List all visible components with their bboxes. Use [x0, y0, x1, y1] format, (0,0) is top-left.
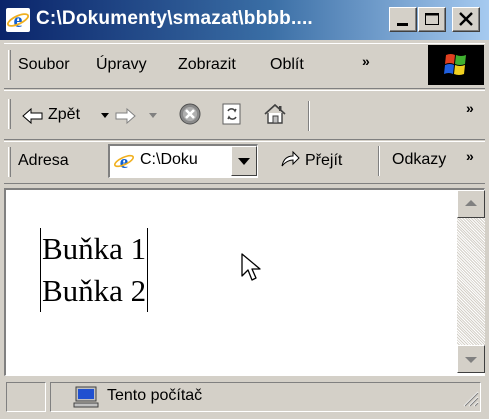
menu-overflow-button[interactable]: »: [362, 53, 370, 69]
chevron-down-icon: [238, 158, 250, 165]
close-button[interactable]: [452, 7, 480, 32]
back-arrow-icon: [22, 107, 43, 125]
vertical-scrollbar[interactable]: [457, 190, 485, 373]
menu-zobrazit[interactable]: Zobrazit: [178, 56, 236, 74]
stop-button[interactable]: [176, 99, 204, 129]
refresh-button[interactable]: [218, 99, 246, 129]
close-icon: [459, 12, 473, 26]
toolbar-separator: [308, 101, 310, 131]
standard-toolbar: Zpět »: [4, 90, 485, 140]
address-separator: [378, 146, 380, 176]
address-label: Adresa: [18, 152, 69, 169]
mouse-cursor-icon: [241, 253, 261, 281]
scroll-down-button[interactable]: [457, 345, 485, 373]
back-label: Zpět: [48, 106, 81, 123]
computer-icon: [73, 386, 99, 408]
home-button[interactable]: [260, 99, 290, 129]
address-grip[interactable]: [8, 147, 11, 177]
go-button[interactable]: Přejít: [278, 146, 372, 176]
address-combobox[interactable]: e C:\Doku: [108, 144, 258, 178]
zone-label: Tento počítač: [107, 387, 203, 404]
menu-oblibene[interactable]: Oblít: [270, 56, 304, 74]
links-label[interactable]: Odkazy: [392, 151, 446, 169]
refresh-icon: [222, 103, 241, 125]
svg-text:e: e: [14, 10, 23, 32]
go-label: Přejít: [305, 152, 343, 169]
menu-soubor[interactable]: Soubor: [18, 56, 70, 74]
svg-text:e: e: [120, 152, 128, 172]
resize-grip-icon[interactable]: [461, 389, 479, 407]
windows-flag-icon: [444, 54, 466, 75]
toolbar-grip[interactable]: [8, 99, 11, 129]
table: Buňka 1 Buňka 2: [40, 228, 149, 312]
forward-button[interactable]: [114, 101, 164, 131]
scroll-down-icon: [465, 357, 477, 363]
ie-logo-icon: e: [6, 8, 30, 32]
windows-logo: [428, 45, 484, 85]
maximize-button[interactable]: [418, 7, 446, 32]
minimize-button[interactable]: [389, 7, 417, 32]
back-dropdown-icon[interactable]: [100, 111, 110, 119]
menu-grip[interactable]: [8, 50, 11, 80]
scroll-up-icon: [465, 200, 477, 206]
ie-page-icon: e: [114, 152, 134, 172]
status-pane-progress: [6, 382, 46, 412]
stop-icon: [179, 103, 201, 125]
home-icon: [264, 103, 286, 124]
status-pane-zone: Tento počítač: [50, 382, 481, 412]
toolbar-overflow-button[interactable]: »: [466, 100, 474, 116]
address-input[interactable]: C:\Doku: [140, 151, 198, 169]
title-bar[interactable]: e C:\Dokumenty\smazat\bbbb....: [0, 0, 489, 40]
window-title: C:\Dokumenty\smazat\bbbb....: [36, 8, 313, 29]
minimize-icon: [397, 23, 408, 26]
forward-arrow-icon: [115, 107, 136, 125]
status-bar: Tento počítač: [4, 378, 485, 416]
scroll-up-button[interactable]: [457, 190, 485, 218]
page-content[interactable]: Buňka 1 Buňka 2: [4, 188, 485, 376]
table-cell-2: Buňka 2: [40, 270, 149, 312]
address-dropdown-button[interactable]: [231, 146, 257, 176]
menu-upravy[interactable]: Úpravy: [96, 56, 147, 74]
go-arrow-icon: [281, 150, 300, 167]
maximize-icon: [425, 13, 439, 25]
forward-dropdown-icon[interactable]: [148, 111, 158, 119]
table-cell-1: Buňka 1: [40, 228, 149, 270]
menu-bar: Soubor Úpravy Zobrazit Oblít »: [4, 43, 485, 89]
links-overflow-button[interactable]: »: [466, 148, 474, 164]
